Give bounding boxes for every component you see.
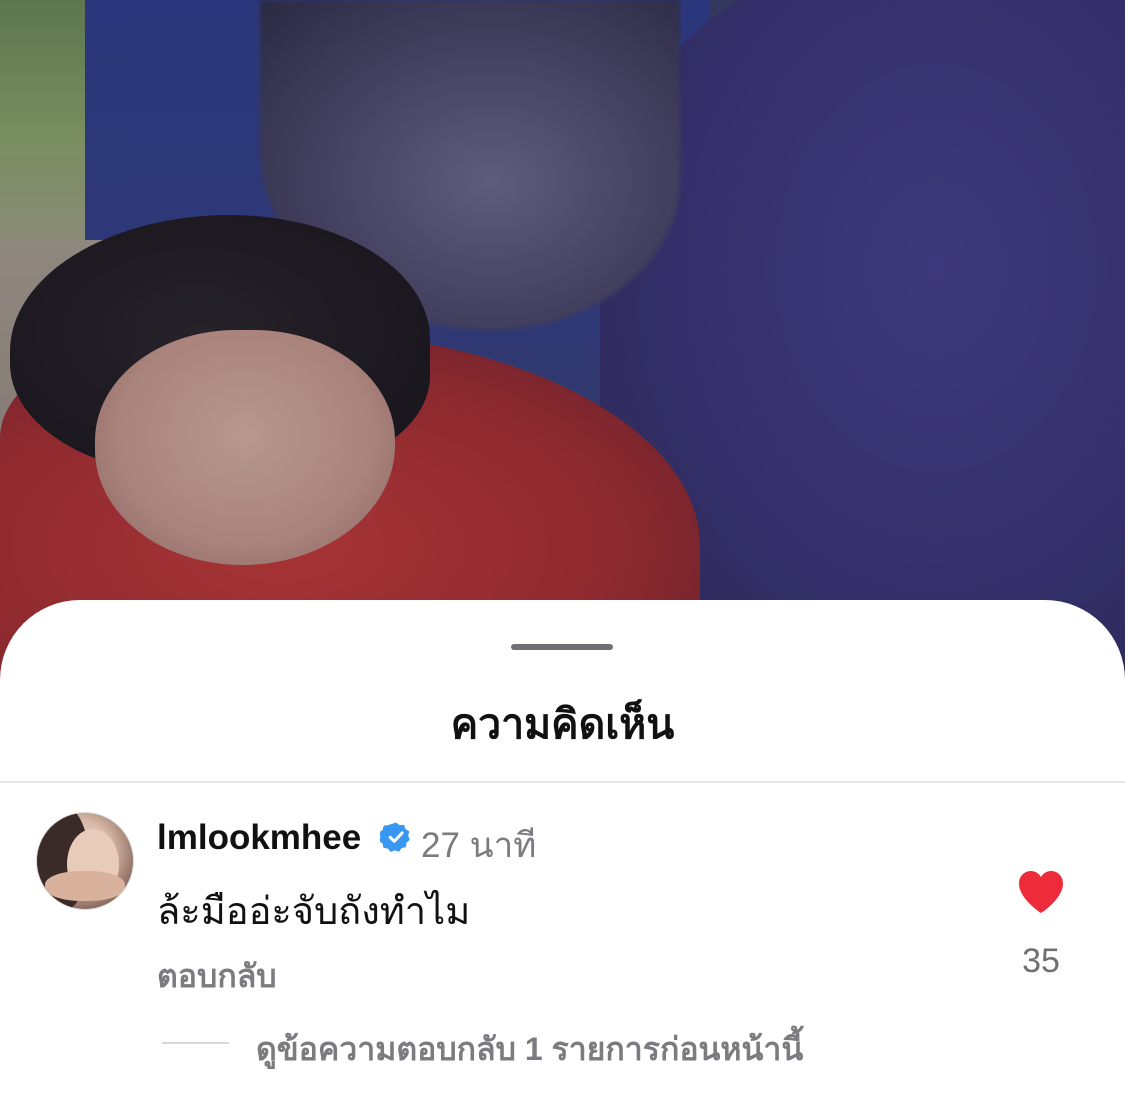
verified-badge-icon [380,822,410,852]
view-replies-line [162,1042,229,1044]
avatar[interactable] [36,812,134,910]
comment-username[interactable]: lmlookmhee [157,818,361,858]
header-divider [0,781,1125,783]
media-dim-overlay [0,0,1125,690]
background-media[interactable] [0,0,1125,690]
sheet-grabber-handle[interactable] [511,644,613,650]
sheet-title: ความคิดเห็น [450,701,675,747]
view-previous-replies-button[interactable]: ดูข้อความตอบกลับ 1 รายการก่อนหน้านี้ [256,1024,803,1075]
comment-timestamp: 27 นาที [421,826,537,865]
screen: ความคิดเห็น lmlookmhee 27 นาที ล้ะมืออ่ะ… [0,0,1125,1105]
comment-text: ล้ะมืออ่ะจับถังทำไม [157,891,471,933]
heart-filled-icon[interactable] [1016,868,1066,916]
reply-button[interactable]: ตอบกลับ [157,951,277,1002]
like-count: 35 [1022,942,1060,980]
